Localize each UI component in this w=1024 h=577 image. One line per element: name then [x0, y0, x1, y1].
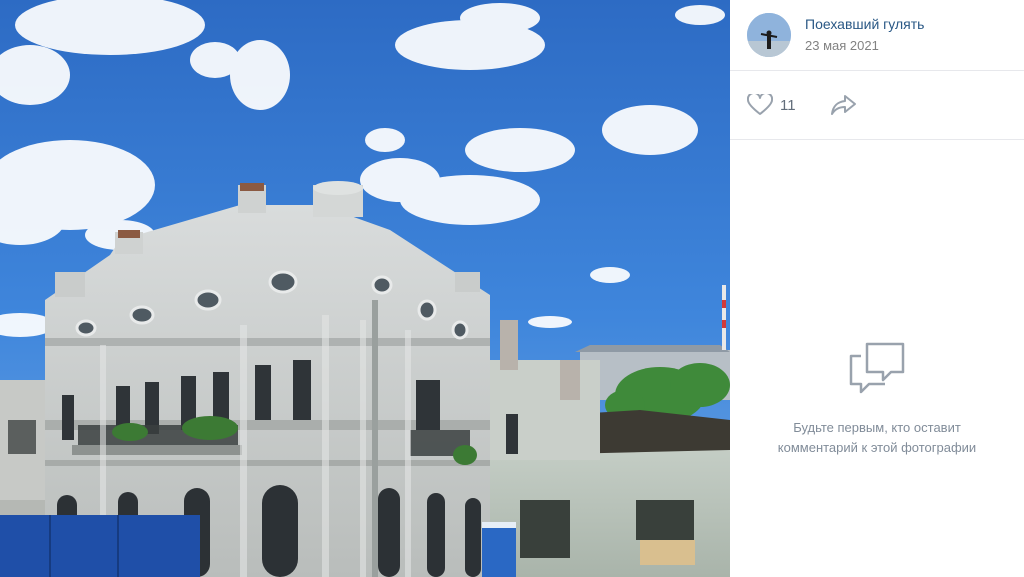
heart-icon: [747, 94, 773, 115]
photo-side-panel: Поехавший гулять 23 мая 2021 11 Будьте п…: [730, 0, 1024, 577]
author-avatar[interactable]: [747, 13, 791, 57]
author-name-link[interactable]: Поехавший гулять: [805, 16, 924, 32]
like-count: 11: [780, 96, 796, 114]
post-author-header: Поехавший гулять 23 мая 2021: [730, 0, 1024, 71]
avatar-image: [747, 13, 791, 57]
share-button[interactable]: [829, 92, 859, 118]
speech-bubbles-icon: [849, 342, 905, 394]
photo-image: [0, 0, 730, 577]
post-photo[interactable]: [0, 0, 730, 577]
empty-comments-text: Будьте первым, кто оставит комментарий к…: [777, 420, 977, 455]
post-actions-bar: 11: [730, 71, 1024, 140]
post-date: 23 мая 2021: [805, 38, 879, 53]
empty-comments: Будьте первым, кто оставит комментарий к…: [730, 340, 1024, 458]
like-button[interactable]: 11: [747, 92, 796, 118]
share-arrow-icon: [831, 95, 856, 115]
